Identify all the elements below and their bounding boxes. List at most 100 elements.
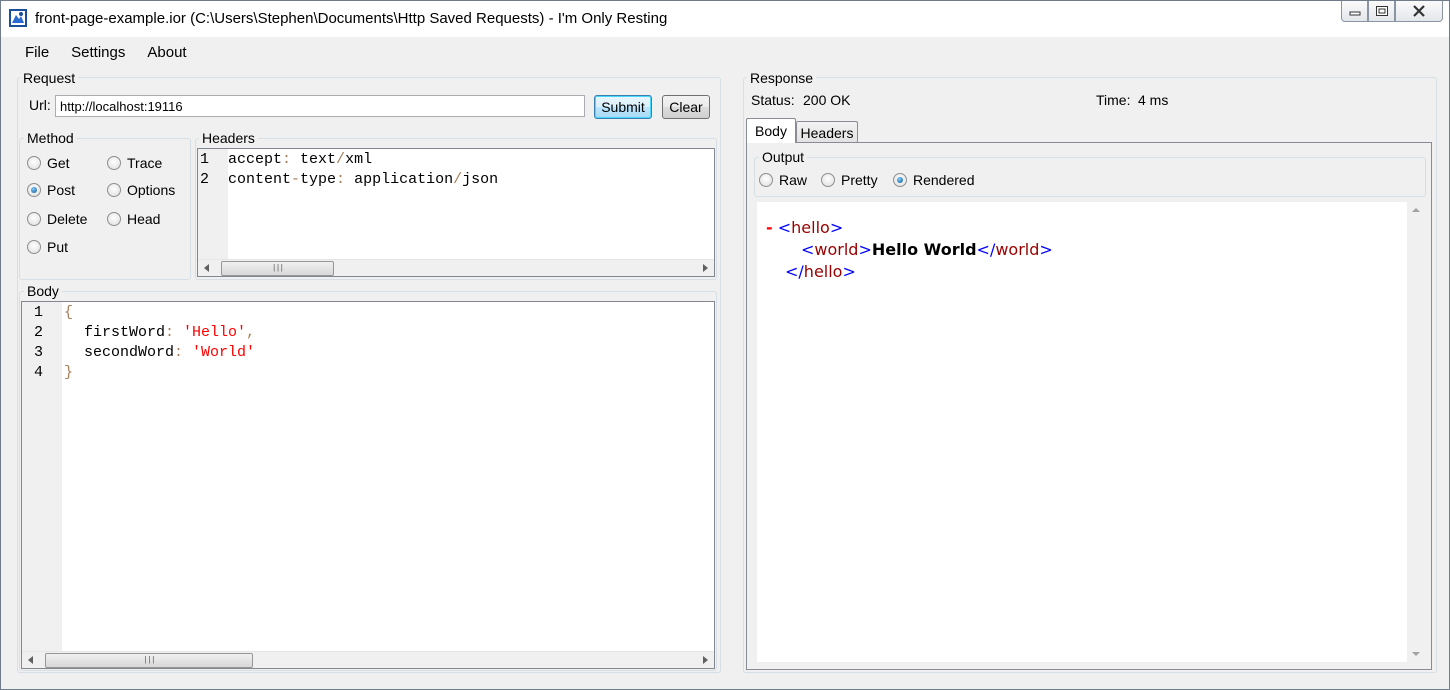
method-put-radio[interactable]: Put [27, 239, 68, 255]
xml-bracket: </ [976, 240, 996, 259]
xml-line: </hello> [785, 261, 856, 283]
header-value: xml [345, 151, 373, 168]
method-post-radio[interactable]: Post [27, 182, 75, 198]
menu-file[interactable]: File [9, 44, 59, 61]
time-value: 4 ms [1138, 92, 1169, 108]
url-input[interactable] [55, 95, 585, 117]
maximize-button[interactable] [1368, 1, 1395, 22]
method-group-label: Method [24, 130, 77, 146]
menu-about[interactable]: About [135, 44, 196, 61]
method-options-radio[interactable]: Options [107, 182, 175, 198]
output-raw-radio[interactable]: Raw [759, 172, 807, 188]
json-comma: , [246, 324, 256, 341]
scroll-left-icon[interactable] [204, 264, 209, 272]
radio-label: Put [47, 239, 69, 255]
rendered-vscrollbar[interactable] [1407, 202, 1424, 662]
menu-bar: File Settings About [9, 38, 1442, 66]
radio-label: Options [127, 182, 176, 198]
radio-dot-checked [893, 173, 907, 187]
header-line: content-type: application/json [228, 170, 498, 190]
app-icon [9, 9, 27, 27]
url-label: Url: [29, 97, 51, 113]
request-group-label: Request [20, 70, 79, 86]
xml-line: - <hello> [766, 217, 843, 239]
body-group-label: Body [24, 283, 62, 299]
header-value: application [345, 171, 454, 188]
close-button[interactable] [1395, 1, 1443, 22]
xml-bracket: > [858, 240, 872, 259]
body-line: firstWord: 'Hello', [84, 323, 255, 343]
rendered-output-view[interactable]: - <hello> <world>Hello World</world> </h… [757, 202, 1407, 662]
xml-text: Hello World [871, 240, 977, 259]
scroll-thumb[interactable]: ||| [45, 653, 253, 668]
radio-dot [107, 183, 121, 197]
minimize-button[interactable] [1341, 1, 1368, 22]
json-string: 'Hello' [183, 324, 247, 341]
tab-headers[interactable]: Headers [796, 121, 858, 143]
scroll-right-icon[interactable] [703, 656, 708, 664]
status-label: Status: [751, 92, 795, 108]
radio-label: Pretty [841, 172, 878, 188]
radio-dot [27, 212, 41, 226]
radio-dot [107, 156, 121, 170]
output-pretty-radio[interactable]: Pretty [821, 172, 878, 188]
app-window: front-page-example.ior (C:\Users\Stephen… [0, 0, 1450, 690]
line-number: 4 [34, 364, 44, 381]
radio-dot [759, 173, 773, 187]
header-separator: : [336, 171, 346, 188]
submit-button[interactable]: Submit [594, 95, 652, 119]
header-key: content [228, 171, 292, 188]
radio-dot-checked [27, 183, 41, 197]
body-editor[interactable]: 1 2 3 4 { firstWord: 'Hello', secondWord… [21, 301, 715, 669]
header-key: accept [228, 151, 283, 168]
body-hscrollbar[interactable]: ||| [22, 651, 714, 668]
status-value: 200 OK [803, 92, 851, 108]
open-brace: { [64, 304, 74, 321]
time-label: Time: [1096, 92, 1131, 108]
header-line: accept: text/xml [228, 150, 372, 170]
header-slash: / [453, 171, 463, 188]
minimize-icon [1349, 11, 1360, 16]
radio-label: Trace [127, 155, 163, 171]
scroll-left-icon[interactable] [28, 656, 33, 664]
scroll-right-icon[interactable] [703, 264, 708, 272]
headers-editor[interactable]: 1 2 accept: text/xml content-type: appli… [197, 148, 715, 277]
radio-label: Head [127, 211, 161, 227]
line-number: 1 [200, 151, 210, 168]
maximize-icon [1375, 6, 1388, 16]
xml-tag-name: hello [803, 262, 843, 281]
output-rendered-radio[interactable]: Rendered [893, 172, 975, 188]
collapse-toggle[interactable]: - [766, 218, 773, 237]
header-value: text [291, 151, 337, 168]
line-number: 3 [34, 344, 44, 361]
json-key: secondWord [84, 344, 175, 361]
scroll-up-icon[interactable] [1412, 208, 1420, 212]
radio-label: Post [47, 182, 76, 198]
scroll-thumb[interactable]: ||| [221, 261, 334, 276]
scroll-down-icon[interactable] [1412, 652, 1420, 656]
method-trace-radio[interactable]: Trace [107, 155, 162, 171]
method-head-radio[interactable]: Head [107, 211, 160, 227]
method-delete-radio[interactable]: Delete [27, 211, 87, 227]
radio-dot [27, 156, 41, 170]
header-key: type [300, 171, 337, 188]
xml-bracket: > [842, 262, 856, 281]
clear-button[interactable]: Clear [662, 95, 710, 119]
radio-dot [27, 240, 41, 254]
tab-body[interactable]: Body [746, 118, 796, 143]
title-bar[interactable]: front-page-example.ior (C:\Users\Stephen… [1, 1, 1449, 37]
json-colon: : [165, 324, 175, 341]
xml-bracket: > [1039, 240, 1053, 259]
header-separator: : [282, 151, 292, 168]
line-number: 2 [200, 171, 210, 188]
window-controls [1341, 1, 1443, 23]
output-group-label: Output [759, 149, 808, 165]
line-number: 1 [34, 304, 44, 321]
menu-settings[interactable]: Settings [59, 44, 135, 61]
response-group-label: Response [747, 70, 817, 86]
radio-dot [821, 173, 835, 187]
method-get-radio[interactable]: Get [27, 155, 70, 171]
xml-bracket: > [829, 218, 844, 237]
headers-hscrollbar[interactable]: ||| [198, 259, 714, 276]
xml-bracket: < [801, 240, 815, 259]
